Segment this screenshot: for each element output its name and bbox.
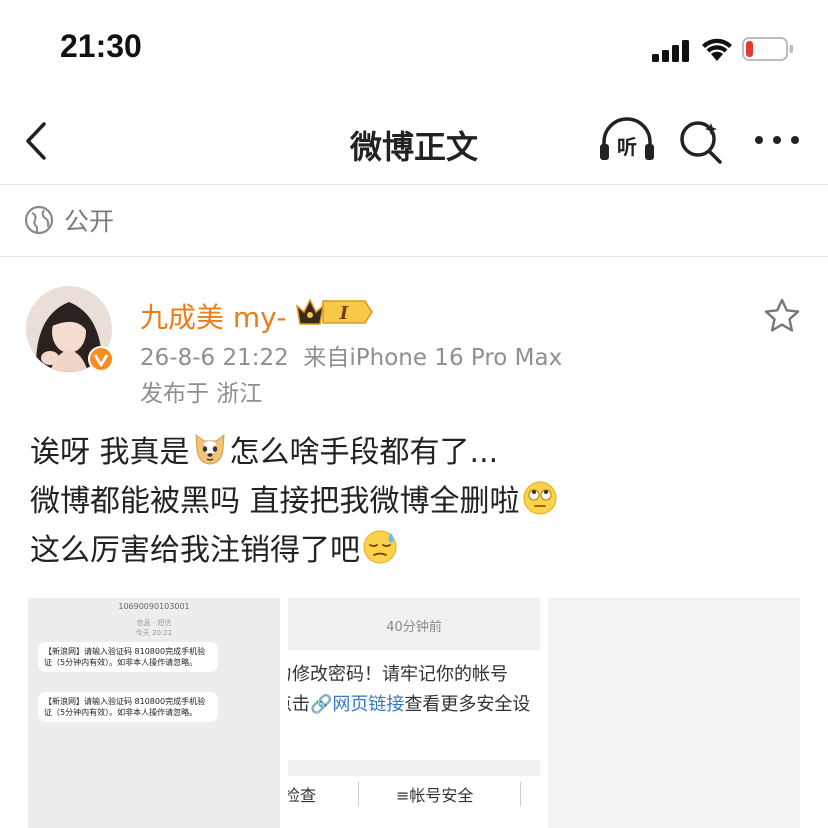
nav-divider: [0, 184, 828, 185]
favorite-star-icon[interactable]: [762, 296, 802, 336]
link-icon: 🔗: [310, 694, 333, 715]
navigation-bar: 微博正文 听: [0, 100, 828, 184]
status-bar: 21:30: [0, 0, 828, 100]
post-meta: 26-8-6 21:22 来自iPhone 16 Pro Max: [140, 338, 562, 372]
post-content: 诶呀 我真是 怎么啥手段都有了... 微博都能被黑吗 直接把我微博全删啦 这么厉…: [30, 424, 810, 571]
sweat-emoji-icon: [363, 530, 397, 563]
post-line: 诶呀 我真是 怎么啥手段都有了...: [30, 424, 810, 473]
web-link: 网页链接: [332, 694, 405, 715]
sms-info-line1: 信息 · 短信: [136, 619, 172, 627]
notice-action-account-security: ≡帐号安全: [396, 786, 474, 805]
post-line: 微博都能被黑吗 直接把我微博全删啦: [30, 473, 810, 522]
post-text: 诶呀 我真是: [30, 434, 190, 470]
post-text: 微博都能被黑吗 直接把我微博全删啦: [30, 483, 520, 519]
listen-headphones-icon[interactable]: 听: [598, 116, 656, 164]
post-text: 怎么啥手段都有了...: [229, 434, 499, 470]
post-text: 这么厉害给我注销得了吧: [30, 532, 360, 568]
notice-line2-prefix: 点击: [288, 694, 310, 715]
image-password-notice[interactable]: 40分钟前 力修改密码！请牢记你的帐号 点击🔗网页链接查看更多安全设 检查 ≡帐…: [288, 598, 540, 828]
sms-info-line2: 今天 20:22: [135, 629, 173, 637]
visibility-label: 公开: [64, 207, 115, 236]
cellular-signal-icon: [652, 40, 689, 62]
notice-line1: 力修改密码！请牢记你的帐号: [288, 664, 508, 685]
wifi-icon: [702, 38, 732, 61]
dog-emoji-icon: [194, 433, 225, 465]
visibility-row: 公开: [24, 200, 114, 240]
sms-sender: 10690090103001: [118, 602, 190, 611]
member-level: I: [339, 303, 349, 324]
notice-line2: 点击🔗网页链接查看更多安全设: [288, 690, 530, 716]
sms-bubble: 【新浪网】请输入验证码 810800完成手机验证（5分钟内有效）。如非本人操作请…: [38, 692, 218, 722]
member-crown-badge-icon[interactable]: I: [295, 296, 373, 328]
sms-info: 信息 · 短信 今天 20:22: [28, 618, 280, 638]
search-icon[interactable]: [678, 118, 724, 164]
notice-action-divider: [520, 782, 521, 806]
verified-badge-icon: [88, 346, 114, 372]
username[interactable]: 九成美 my-: [140, 296, 286, 336]
notice-timestamp: 40分钟前: [386, 620, 442, 635]
image-blank-placeholder[interactable]: [548, 598, 800, 828]
visibility-divider: [0, 256, 828, 257]
post-location: 发布于 浙江: [140, 381, 263, 407]
status-time: 21:30: [60, 28, 142, 64]
post-line: 这么厉害给我注销得了吧: [30, 522, 810, 571]
eye-roll-emoji-icon: [523, 481, 557, 514]
globe-icon: [24, 205, 54, 235]
battery-icon: [742, 37, 793, 61]
post-source: 来自iPhone 16 Pro Max: [303, 345, 563, 371]
post-timestamp: 26-8-6 21:22: [140, 345, 289, 371]
more-options-icon[interactable]: [752, 128, 802, 152]
notice-line2-suffix: 查看更多安全设: [404, 694, 531, 715]
image-sms-screenshot[interactable]: 10690090103001 信息 · 短信 今天 20:22 【新浪网】请输入…: [28, 598, 280, 828]
notice-action-divider: [358, 782, 359, 806]
sms-bubble: 【新浪网】请输入验证码 810800完成手机验证（5分钟内有效）。如非本人操作请…: [38, 642, 218, 672]
notice-action-check: 检查: [288, 786, 317, 805]
listen-label: 听: [617, 135, 637, 159]
